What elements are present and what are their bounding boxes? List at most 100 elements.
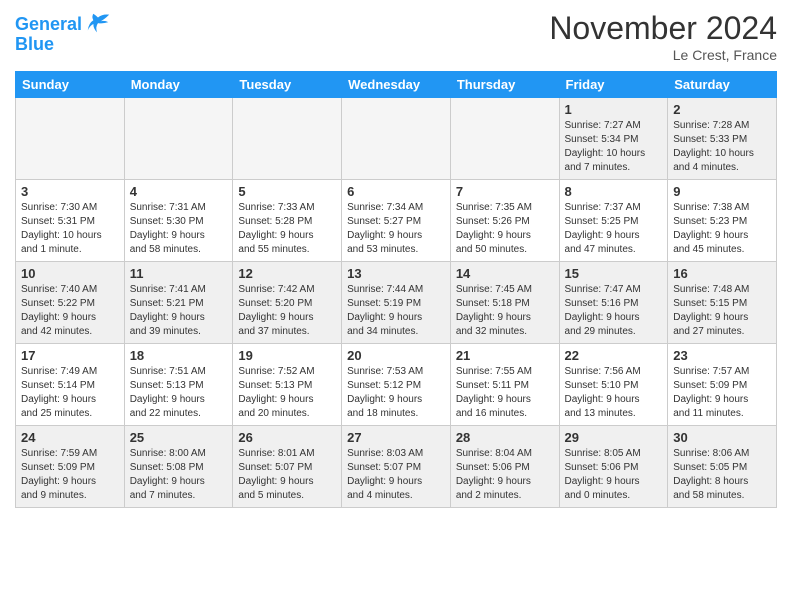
day-number: 2 xyxy=(673,102,771,117)
day-info: Sunrise: 7:56 AM Sunset: 5:10 PM Dayligh… xyxy=(565,365,663,421)
day-info: Sunrise: 7:38 AM Sunset: 5:23 PM Dayligh… xyxy=(673,201,771,257)
calendar-day-header: Tuesday xyxy=(233,72,342,98)
day-number: 6 xyxy=(347,184,445,199)
calendar-cell xyxy=(124,98,233,180)
calendar-day-header: Monday xyxy=(124,72,233,98)
calendar-cell: 12Sunrise: 7:42 AM Sunset: 5:20 PM Dayli… xyxy=(233,262,342,344)
day-info: Sunrise: 7:27 AM Sunset: 5:34 PM Dayligh… xyxy=(565,119,663,175)
calendar-table: SundayMondayTuesdayWednesdayThursdayFrid… xyxy=(15,71,777,508)
day-number: 9 xyxy=(673,184,771,199)
day-info: Sunrise: 7:51 AM Sunset: 5:13 PM Dayligh… xyxy=(130,365,228,421)
calendar-cell: 3Sunrise: 7:30 AM Sunset: 5:31 PM Daylig… xyxy=(16,180,125,262)
calendar-cell: 20 Sunrise: 7:53 AM Sunset: 5:12 PM Dayli… xyxy=(342,344,451,426)
day-number: 27 xyxy=(347,430,445,445)
day-number: 15 xyxy=(565,266,663,281)
calendar-body: 1 Sunrise: 7:27 AM Sunset: 5:34 PM Daylig… xyxy=(16,98,777,508)
calendar-cell: 9 Sunrise: 7:38 AM Sunset: 5:23 PM Daylig… xyxy=(668,180,777,262)
calendar-week-row: 1 Sunrise: 7:27 AM Sunset: 5:34 PM Daylig… xyxy=(16,98,777,180)
day-info: Sunrise: 7:49 AM Sunset: 5:14 PM Dayligh… xyxy=(21,365,119,421)
title-block: November 2024 Le Crest, France xyxy=(549,10,777,63)
day-info: Sunrise: 7:48 AM Sunset: 5:15 PM Dayligh… xyxy=(673,283,771,339)
day-info: Sunrise: 7:59 AM Sunset: 5:09 PM Dayligh… xyxy=(21,447,119,503)
calendar-cell: 26 Sunrise: 8:01 AM Sunset: 5:07 PM Dayli… xyxy=(233,426,342,508)
day-info: Sunrise: 7:40 AM Sunset: 5:22 PM Dayligh… xyxy=(21,283,119,339)
calendar-cell: 5 Sunrise: 7:33 AM Sunset: 5:28 PM Daylig… xyxy=(233,180,342,262)
day-number: 24 xyxy=(21,430,119,445)
day-number: 16 xyxy=(673,266,771,281)
day-info: Sunrise: 7:44 AM Sunset: 5:19 PM Dayligh… xyxy=(347,283,445,339)
day-number: 1 xyxy=(565,102,663,117)
day-number: 14 xyxy=(456,266,554,281)
calendar-day-header: Wednesday xyxy=(342,72,451,98)
calendar-week-row: 10 Sunrise: 7:40 AM Sunset: 5:22 PM Dayli… xyxy=(16,262,777,344)
logo-bird-icon xyxy=(84,10,112,38)
day-info: Sunrise: 7:33 AM Sunset: 5:28 PM Dayligh… xyxy=(238,201,336,257)
calendar-cell: 28Sunrise: 8:04 AM Sunset: 5:06 PM Dayli… xyxy=(450,426,559,508)
day-number: 13 xyxy=(347,266,445,281)
calendar-cell: 2Sunrise: 7:28 AM Sunset: 5:33 PM Daylig… xyxy=(668,98,777,180)
calendar-cell: 24 Sunrise: 7:59 AM Sunset: 5:09 PM Dayli… xyxy=(16,426,125,508)
day-number: 22 xyxy=(565,348,663,363)
logo: General Blue xyxy=(15,10,112,55)
day-number: 26 xyxy=(238,430,336,445)
calendar-cell xyxy=(342,98,451,180)
day-info: Sunrise: 8:06 AM Sunset: 5:05 PM Dayligh… xyxy=(673,447,771,503)
day-info: Sunrise: 7:53 AM Sunset: 5:12 PM Dayligh… xyxy=(347,365,445,421)
day-number: 21 xyxy=(456,348,554,363)
day-number: 20 xyxy=(347,348,445,363)
calendar-cell: 25 Sunrise: 8:00 AM Sunset: 5:08 PM Dayli… xyxy=(124,426,233,508)
calendar-cell: 15 Sunrise: 7:47 AM Sunset: 5:16 PM Dayli… xyxy=(559,262,668,344)
day-number: 19 xyxy=(238,348,336,363)
day-number: 8 xyxy=(565,184,663,199)
day-info: Sunrise: 7:41 AM Sunset: 5:21 PM Dayligh… xyxy=(130,283,228,339)
calendar-cell: 17 Sunrise: 7:49 AM Sunset: 5:14 PM Dayli… xyxy=(16,344,125,426)
day-info: Sunrise: 8:00 AM Sunset: 5:08 PM Dayligh… xyxy=(130,447,228,503)
calendar-week-row: 24 Sunrise: 7:59 AM Sunset: 5:09 PM Dayli… xyxy=(16,426,777,508)
day-info: Sunrise: 7:42 AM Sunset: 5:20 PM Dayligh… xyxy=(238,283,336,339)
calendar-cell xyxy=(450,98,559,180)
day-info: Sunrise: 8:05 AM Sunset: 5:06 PM Dayligh… xyxy=(565,447,663,503)
calendar-cell: 16 Sunrise: 7:48 AM Sunset: 5:15 PM Dayli… xyxy=(668,262,777,344)
day-number: 18 xyxy=(130,348,228,363)
page-header: General Blue November 2024 Le Crest, Fra… xyxy=(15,10,777,63)
calendar-cell: 30Sunrise: 8:06 AM Sunset: 5:05 PM Dayli… xyxy=(668,426,777,508)
month-title: November 2024 xyxy=(549,10,777,47)
day-info: Sunrise: 7:57 AM Sunset: 5:09 PM Dayligh… xyxy=(673,365,771,421)
day-info: Sunrise: 7:37 AM Sunset: 5:25 PM Dayligh… xyxy=(565,201,663,257)
calendar-cell: 29Sunrise: 8:05 AM Sunset: 5:06 PM Dayli… xyxy=(559,426,668,508)
calendar-day-header: Thursday xyxy=(450,72,559,98)
day-number: 10 xyxy=(21,266,119,281)
calendar-header-row: SundayMondayTuesdayWednesdayThursdayFrid… xyxy=(16,72,777,98)
calendar-day-header: Friday xyxy=(559,72,668,98)
calendar-cell: 11Sunrise: 7:41 AM Sunset: 5:21 PM Dayli… xyxy=(124,262,233,344)
day-number: 4 xyxy=(130,184,228,199)
calendar-cell xyxy=(16,98,125,180)
calendar-cell: 8 Sunrise: 7:37 AM Sunset: 5:25 PM Daylig… xyxy=(559,180,668,262)
day-info: Sunrise: 7:47 AM Sunset: 5:16 PM Dayligh… xyxy=(565,283,663,339)
calendar-week-row: 3Sunrise: 7:30 AM Sunset: 5:31 PM Daylig… xyxy=(16,180,777,262)
day-info: Sunrise: 7:55 AM Sunset: 5:11 PM Dayligh… xyxy=(456,365,554,421)
calendar-cell: 27Sunrise: 8:03 AM Sunset: 5:07 PM Dayli… xyxy=(342,426,451,508)
day-info: Sunrise: 7:52 AM Sunset: 5:13 PM Dayligh… xyxy=(238,365,336,421)
day-number: 3 xyxy=(21,184,119,199)
calendar-cell: 1 Sunrise: 7:27 AM Sunset: 5:34 PM Daylig… xyxy=(559,98,668,180)
calendar-cell xyxy=(233,98,342,180)
day-number: 23 xyxy=(673,348,771,363)
day-info: Sunrise: 8:01 AM Sunset: 5:07 PM Dayligh… xyxy=(238,447,336,503)
day-number: 25 xyxy=(130,430,228,445)
calendar-cell: 4Sunrise: 7:31 AM Sunset: 5:30 PM Daylig… xyxy=(124,180,233,262)
calendar-cell: 13 Sunrise: 7:44 AM Sunset: 5:19 PM Dayli… xyxy=(342,262,451,344)
day-number: 17 xyxy=(21,348,119,363)
day-number: 28 xyxy=(456,430,554,445)
calendar-cell: 21 Sunrise: 7:55 AM Sunset: 5:11 PM Dayli… xyxy=(450,344,559,426)
day-number: 7 xyxy=(456,184,554,199)
calendar-cell: 22 Sunrise: 7:56 AM Sunset: 5:10 PM Dayli… xyxy=(559,344,668,426)
calendar-cell: 10 Sunrise: 7:40 AM Sunset: 5:22 PM Dayli… xyxy=(16,262,125,344)
day-number: 5 xyxy=(238,184,336,199)
calendar-cell: 18 Sunrise: 7:51 AM Sunset: 5:13 PM Dayli… xyxy=(124,344,233,426)
day-info: Sunrise: 7:34 AM Sunset: 5:27 PM Dayligh… xyxy=(347,201,445,257)
page-container: General Blue November 2024 Le Crest, Fra… xyxy=(0,0,792,518)
logo-text: General xyxy=(15,14,82,35)
calendar-cell: 6 Sunrise: 7:34 AM Sunset: 5:27 PM Daylig… xyxy=(342,180,451,262)
calendar-cell: 7Sunrise: 7:35 AM Sunset: 5:26 PM Daylig… xyxy=(450,180,559,262)
